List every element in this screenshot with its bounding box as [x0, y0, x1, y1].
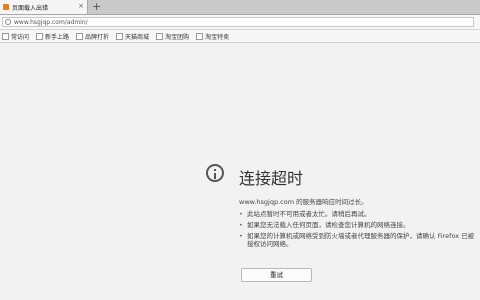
url-text: www.hsgjqp.com/admin/ — [14, 18, 88, 26]
suggestion-item: 如果您无法载入任何页面，请检查您计算机的网络连接。 — [239, 221, 477, 229]
retry-button[interactable]: 重试 — [241, 268, 312, 282]
tab-active[interactable]: 页面载入出错 × — [0, 0, 88, 14]
bookmark-icon — [196, 32, 204, 40]
suggestion-item: 此站点暂时不可用或者太忙。请稍后再试。 — [239, 210, 477, 218]
address-bar[interactable]: www.hsgjqp.com/admin/ — [2, 17, 474, 27]
bookmark-icon — [116, 32, 124, 40]
globe-icon — [5, 19, 11, 25]
bookmark-item[interactable]: 淘宝特卖 — [196, 32, 229, 41]
bookmark-label: 淘宝团购 — [165, 33, 190, 41]
error-title: 连接超时 — [239, 169, 304, 188]
error-page: 连接超时 www.hsgjqp.com 的服务器响应时间过长。 此站点暂时不可用… — [0, 44, 480, 300]
bookmark-item[interactable]: 淘宝团购 — [156, 32, 189, 41]
suggestion-item: 如果您的计算机或网络受到防火墙或者代理服务器的保护，请确认 Firefox 已被… — [239, 232, 477, 248]
bookmark-icon — [2, 32, 9, 40]
bookmark-label: 新手上路 — [45, 33, 70, 41]
bookmark-item[interactable]: 天猫商城 — [116, 32, 149, 41]
tab-bar: 页面载入出错 × + — [0, 0, 480, 15]
tab-favicon-icon — [3, 4, 9, 10]
bookmark-label: 淘宝特卖 — [205, 33, 230, 41]
bookmark-icon — [36, 32, 44, 40]
bookmark-item[interactable]: 常访问 — [2, 32, 29, 41]
bookmarks-toolbar: 常访问 新手上路 品牌打折 天猫商城 淘宝团购 淘宝特卖 — [0, 30, 480, 43]
new-tab-button[interactable]: + — [92, 1, 101, 12]
info-icon — [206, 164, 224, 182]
bookmark-item[interactable]: 新手上路 — [36, 32, 69, 41]
bookmark-icon — [76, 32, 84, 40]
tab-close-icon[interactable]: × — [78, 3, 84, 10]
navigation-bar: www.hsgjqp.com/admin/ — [0, 15, 480, 30]
tab-title: 页面载入出错 — [12, 4, 49, 12]
bookmark-item[interactable]: 品牌打折 — [76, 32, 109, 41]
error-description: www.hsgjqp.com 的服务器响应时间过长。 — [239, 198, 368, 206]
bookmark-icon — [156, 32, 164, 40]
error-suggestions: 此站点暂时不可用或者太忙。请稍后再试。 如果您无法载入任何页面，请检查您计算机的… — [239, 210, 477, 251]
bookmark-label: 常访问 — [11, 33, 30, 41]
bookmark-label: 品牌打折 — [85, 33, 110, 41]
bookmark-label: 天猫商城 — [125, 33, 150, 41]
